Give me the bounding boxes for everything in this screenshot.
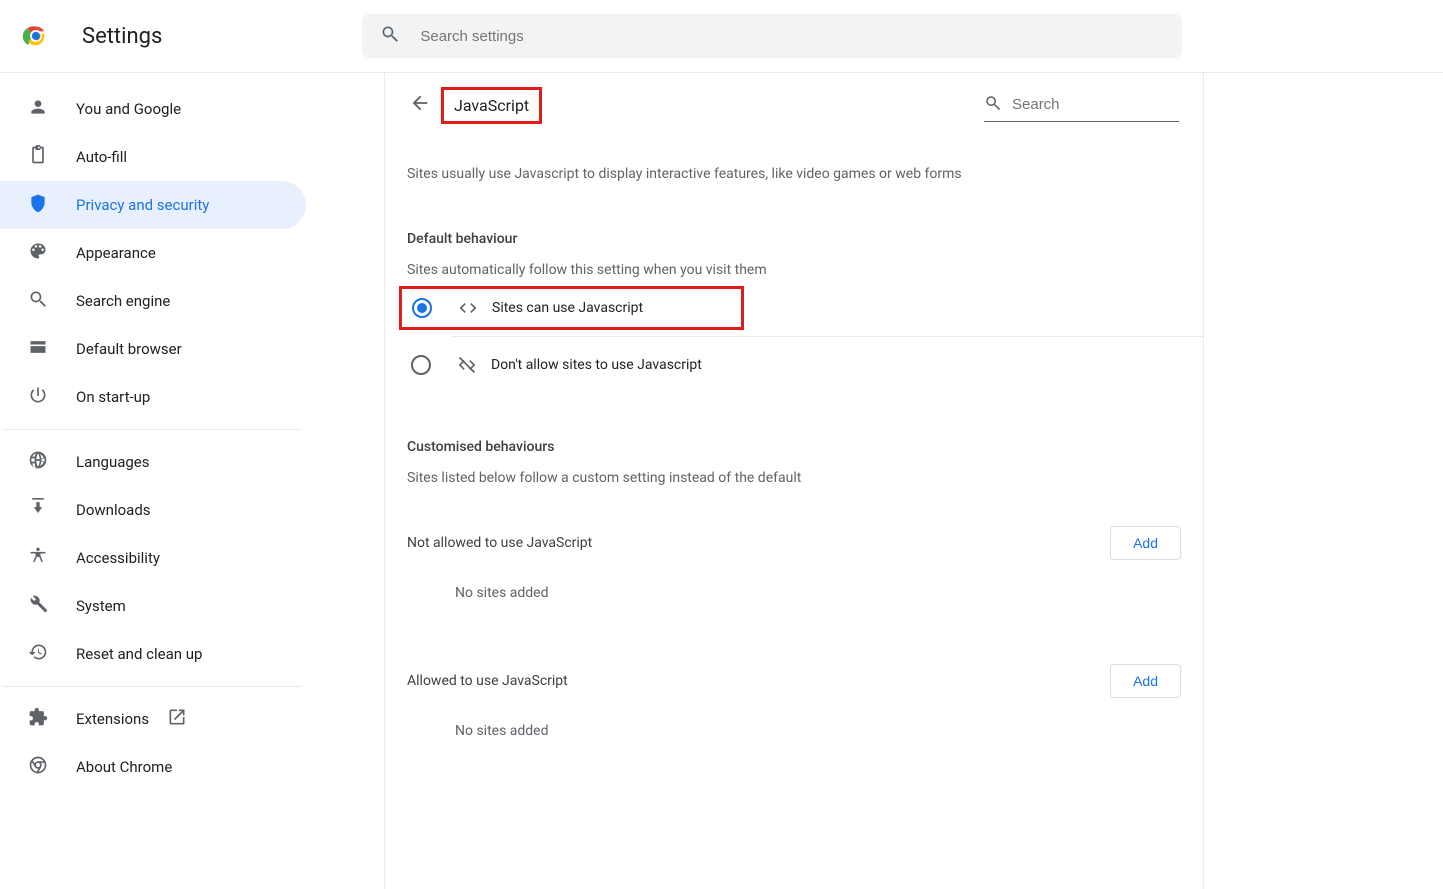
person-icon bbox=[28, 97, 48, 121]
top-search[interactable] bbox=[362, 14, 1182, 58]
sidebar-item-autofill[interactable]: Auto-fill bbox=[0, 133, 306, 181]
chrome-outline-icon bbox=[28, 755, 48, 779]
radio-selected-icon bbox=[412, 298, 432, 318]
sidebar-item-search-engine[interactable]: Search engine bbox=[0, 277, 306, 325]
sidebar-item-reset[interactable]: Reset and clean up bbox=[0, 630, 306, 678]
radio-unselected-icon bbox=[411, 355, 431, 375]
radio-block-js[interactable]: Don't allow sites to use Javascript bbox=[385, 337, 1203, 393]
page-title: Settings bbox=[82, 24, 162, 49]
sidebar-item-label: Languages bbox=[76, 453, 150, 471]
arrow-back-icon bbox=[409, 92, 431, 118]
clipboard-icon bbox=[28, 145, 48, 169]
in-page-search[interactable] bbox=[984, 88, 1179, 122]
not-allowed-empty: No sites added bbox=[385, 573, 1203, 613]
sidebar-item-label: You and Google bbox=[76, 100, 181, 118]
code-off-icon bbox=[457, 355, 477, 375]
radio-allow-label: Sites can use Javascript bbox=[492, 300, 643, 316]
sidebar-item-default-browser[interactable]: Default browser bbox=[0, 325, 306, 373]
not-allowed-header: Not allowed to use JavaScript bbox=[407, 535, 592, 551]
sidebar-item-label: Auto-fill bbox=[76, 148, 127, 166]
sidebar-item-label: Privacy and security bbox=[76, 196, 209, 214]
sidebar-item-label: Default browser bbox=[76, 340, 182, 358]
top-search-input[interactable] bbox=[420, 28, 1164, 45]
sidebar-item-accessibility[interactable]: Accessibility bbox=[0, 534, 306, 582]
add-allowed-button[interactable]: Add bbox=[1110, 664, 1181, 698]
external-link-icon bbox=[149, 707, 187, 731]
globe-icon bbox=[28, 450, 48, 474]
sidebar-divider bbox=[2, 429, 302, 430]
breadcrumb-title: JavaScript bbox=[441, 87, 542, 124]
sidebar-item-label: Downloads bbox=[76, 501, 151, 519]
sidebar-item-downloads[interactable]: Downloads bbox=[0, 486, 306, 534]
sidebar-item-about[interactable]: About Chrome bbox=[0, 743, 306, 791]
sidebar-item-startup[interactable]: On start-up bbox=[0, 373, 306, 421]
sidebar-divider bbox=[2, 686, 302, 687]
add-not-allowed-button[interactable]: Add bbox=[1110, 526, 1181, 560]
allowed-header: Allowed to use JavaScript bbox=[407, 673, 568, 689]
sidebar: You and Google Auto-fill Privacy and sec… bbox=[0, 73, 306, 889]
power-icon bbox=[28, 385, 48, 409]
sidebar-item-label: Extensions bbox=[76, 710, 149, 728]
custom-title: Customised behaviours bbox=[407, 439, 1181, 455]
sidebar-item-languages[interactable]: Languages bbox=[0, 438, 306, 486]
download-icon bbox=[28, 498, 48, 522]
sidebar-item-label: Reset and clean up bbox=[76, 645, 202, 663]
default-behaviour-title: Default behaviour bbox=[407, 231, 1181, 247]
card-header: JavaScript bbox=[385, 73, 1203, 137]
back-button[interactable] bbox=[409, 92, 431, 118]
accessibility-icon bbox=[28, 546, 48, 570]
sidebar-item-privacy[interactable]: Privacy and security bbox=[0, 181, 306, 229]
search-icon bbox=[28, 289, 48, 313]
shield-icon bbox=[28, 193, 48, 217]
sidebar-item-system[interactable]: System bbox=[0, 582, 306, 630]
sidebar-item-label: System bbox=[76, 597, 126, 615]
sidebar-item-label: Accessibility bbox=[76, 549, 160, 567]
radio-allow-js[interactable]: Sites can use Javascript bbox=[399, 286, 744, 330]
custom-desc: Sites listed below follow a custom setti… bbox=[407, 469, 1181, 489]
wrench-icon bbox=[28, 594, 48, 618]
sidebar-item-label: On start-up bbox=[76, 388, 150, 406]
in-page-search-input[interactable] bbox=[1012, 96, 1179, 113]
default-behaviour-desc: Sites automatically follow this setting … bbox=[407, 261, 1181, 281]
palette-icon bbox=[28, 241, 48, 265]
chrome-logo-icon bbox=[22, 22, 50, 50]
settings-card: JavaScript Sites usually use Javascript … bbox=[384, 73, 1204, 889]
history-icon bbox=[28, 642, 48, 666]
allowed-empty: No sites added bbox=[385, 711, 1203, 751]
sidebar-item-label: Appearance bbox=[76, 244, 156, 262]
search-icon bbox=[380, 24, 400, 48]
intro-text: Sites usually use Javascript to display … bbox=[407, 165, 1181, 185]
radio-block-label: Don't allow sites to use Javascript bbox=[491, 357, 702, 373]
sidebar-item-appearance[interactable]: Appearance bbox=[0, 229, 306, 277]
code-icon bbox=[458, 298, 478, 318]
sidebar-item-extensions[interactable]: Extensions bbox=[0, 695, 306, 743]
sidebar-item-label: Search engine bbox=[76, 292, 170, 310]
search-icon bbox=[984, 94, 1002, 116]
sidebar-item-you-google[interactable]: You and Google bbox=[0, 85, 306, 133]
puzzle-icon bbox=[28, 707, 48, 731]
sidebar-item-label: About Chrome bbox=[76, 758, 172, 776]
browser-icon bbox=[28, 337, 48, 361]
app-header: Settings bbox=[0, 0, 1443, 73]
